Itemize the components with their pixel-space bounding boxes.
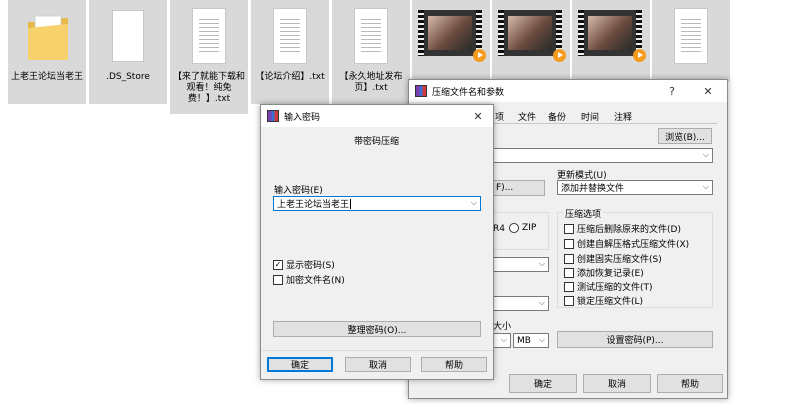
split-unit-value: MB bbox=[517, 335, 531, 346]
compression-method-combo[interactable]: ⌵ bbox=[491, 257, 549, 272]
text-file-icon bbox=[672, 8, 710, 66]
file-label: 【永久地址发布页】.txt bbox=[339, 72, 403, 93]
blank-file-icon bbox=[109, 8, 147, 66]
password-ok-button[interactable]: 确定 bbox=[267, 357, 333, 372]
folder-icon bbox=[28, 8, 68, 66]
archive-name-combo[interactable]: ⌵ bbox=[491, 148, 713, 163]
video-file-icon bbox=[418, 8, 486, 66]
password-dialog-heading: 带密码压缩 bbox=[354, 137, 400, 147]
close-icon[interactable]: ✕ bbox=[697, 80, 719, 102]
text-cursor bbox=[350, 198, 352, 209]
tab-time[interactable]: 时间 bbox=[581, 110, 599, 123]
file-item-ds-store[interactable]: .DS_Store bbox=[89, 0, 167, 104]
archive-dialog-title: 压缩文件名和参数 bbox=[432, 87, 505, 98]
file-item-txt-2[interactable]: 【论坛介绍】.txt bbox=[251, 0, 329, 104]
file-label: 【论坛介绍】.txt bbox=[255, 72, 325, 82]
winrar-icon bbox=[415, 85, 427, 97]
file-label: .DS_Store bbox=[106, 72, 150, 82]
option-label: 创建自解压格式压缩文件(X) bbox=[577, 240, 690, 250]
checkmark-icon: ✓ bbox=[273, 259, 283, 270]
chevron-down-icon: ⌵ bbox=[538, 335, 545, 344]
show-password-checkbox[interactable]: ✓ 显示密码(S) bbox=[273, 258, 335, 271]
checkbox-icon bbox=[564, 281, 574, 292]
chevron-down-icon: ⌵ bbox=[538, 298, 545, 307]
file-item-video-3[interactable] bbox=[572, 0, 650, 82]
checkbox-icon bbox=[273, 274, 283, 285]
profiles-button[interactable]: F)... bbox=[493, 180, 545, 196]
password-value: 上老王论坛当老王 bbox=[277, 200, 350, 210]
chevron-down-icon: ⌵ bbox=[702, 182, 709, 191]
checkbox-icon bbox=[564, 238, 574, 249]
video-file-icon bbox=[578, 8, 646, 66]
split-unit-combo[interactable]: MB ⌵ bbox=[513, 333, 549, 348]
enter-password-label: 输入密码(E) bbox=[274, 186, 323, 196]
option-label: 创建固实压缩文件(S) bbox=[577, 255, 662, 265]
option-label: 压缩后删除原来的文件(D) bbox=[577, 225, 681, 235]
file-item-video-1[interactable] bbox=[412, 0, 490, 82]
password-cancel-button[interactable]: 取消 bbox=[345, 357, 411, 372]
browse-button[interactable]: 浏览(B)... bbox=[658, 128, 712, 144]
text-file-icon bbox=[352, 8, 390, 66]
file-label: 【来了就能下载和观看！纯免费！】.txt bbox=[173, 72, 246, 104]
file-item-txt-1[interactable]: 【来了就能下载和观看！纯免费！】.txt bbox=[170, 0, 248, 114]
file-item-txt-3[interactable]: 【永久地址发布页】.txt bbox=[332, 0, 410, 104]
file-label: 上老王论坛当老王 bbox=[11, 72, 84, 82]
archive-cancel-button[interactable]: 取消 bbox=[583, 374, 651, 393]
format-rar4-fragment: R4 bbox=[493, 224, 505, 234]
option-test[interactable]: 测试压缩的文件(T) bbox=[564, 280, 653, 293]
password-help-button[interactable]: 帮助 bbox=[421, 357, 487, 372]
option-label: 添加恢复记录(E) bbox=[577, 269, 644, 279]
checkbox-icon bbox=[564, 267, 574, 278]
option-recovery[interactable]: 添加恢复记录(E) bbox=[564, 266, 644, 279]
archive-ok-button[interactable]: 确定 bbox=[509, 374, 577, 393]
password-dialog-title: 输入密码 bbox=[284, 112, 321, 123]
encrypt-names-checkbox[interactable]: 加密文件名(N) bbox=[273, 273, 345, 286]
radio-icon bbox=[509, 223, 519, 233]
zip-radio[interactable]: ZIP bbox=[509, 223, 536, 233]
chevron-down-icon: ⌵ bbox=[470, 198, 477, 207]
file-item-txt-4[interactable] bbox=[652, 0, 730, 82]
show-password-label: 显示密码(S) bbox=[286, 261, 335, 271]
tab-general[interactable]: 项 bbox=[495, 110, 504, 123]
tab-backup[interactable]: 备份 bbox=[548, 110, 566, 123]
video-file-icon bbox=[498, 8, 566, 66]
option-delete-after[interactable]: 压缩后删除原来的文件(D) bbox=[564, 222, 681, 235]
file-item-folder[interactable]: 上老王论坛当老王 bbox=[8, 0, 86, 104]
chevron-down-icon: ⌵ bbox=[538, 259, 545, 268]
file-item-video-2[interactable] bbox=[492, 0, 570, 82]
close-icon[interactable]: ✕ bbox=[467, 105, 489, 127]
option-solid[interactable]: 创建固实压缩文件(S) bbox=[564, 252, 662, 265]
password-dialog-titlebar: 输入密码 ✕ bbox=[261, 105, 493, 127]
password-input[interactable]: 上老王论坛当老王 ⌵ bbox=[273, 196, 481, 211]
option-lock[interactable]: 锁定压缩文件(L) bbox=[564, 294, 643, 307]
text-file-icon bbox=[190, 8, 228, 66]
password-dialog: 输入密码 ✕ 带密码压缩 输入密码(E) 上老王论坛当老王 ⌵ ✓ 显示密码(S… bbox=[260, 104, 494, 380]
text-file-icon bbox=[271, 8, 309, 66]
compression-options-title: 压缩选项 bbox=[563, 207, 604, 220]
split-size-combo[interactable]: ⌵ bbox=[491, 333, 511, 348]
tab-comment[interactable]: 注释 bbox=[614, 110, 632, 123]
archive-help-button[interactable]: 帮助 bbox=[657, 374, 723, 393]
set-password-button[interactable]: 设置密码(P)... bbox=[557, 331, 713, 348]
checkbox-icon bbox=[564, 223, 574, 234]
checkbox-icon bbox=[564, 295, 574, 306]
option-label: 锁定压缩文件(L) bbox=[577, 297, 644, 307]
checkbox-icon bbox=[564, 253, 574, 264]
chevron-down-icon: ⌵ bbox=[702, 150, 709, 159]
zip-radio-label: ZIP bbox=[522, 223, 537, 233]
update-mode-combo[interactable]: 添加并替换文件 ⌵ bbox=[557, 180, 713, 195]
split-size-label: 大小 bbox=[493, 322, 512, 332]
organize-passwords-button[interactable]: 整理密码(O)... bbox=[273, 321, 481, 337]
encrypt-names-label: 加密文件名(N) bbox=[286, 276, 345, 286]
option-label: 测试压缩的文件(T) bbox=[577, 283, 653, 293]
dictionary-size-combo[interactable]: ⌵ bbox=[491, 296, 549, 311]
update-mode-value: 添加并替换文件 bbox=[561, 184, 625, 194]
chevron-down-icon: ⌵ bbox=[500, 335, 507, 344]
option-sfx[interactable]: 创建自解压格式压缩文件(X) bbox=[564, 237, 689, 250]
archive-dialog-titlebar: 压缩文件名和参数 ? ✕ bbox=[409, 80, 727, 102]
help-icon[interactable]: ? bbox=[661, 80, 683, 102]
winrar-icon bbox=[267, 110, 279, 122]
tab-files[interactable]: 文件 bbox=[518, 110, 536, 123]
